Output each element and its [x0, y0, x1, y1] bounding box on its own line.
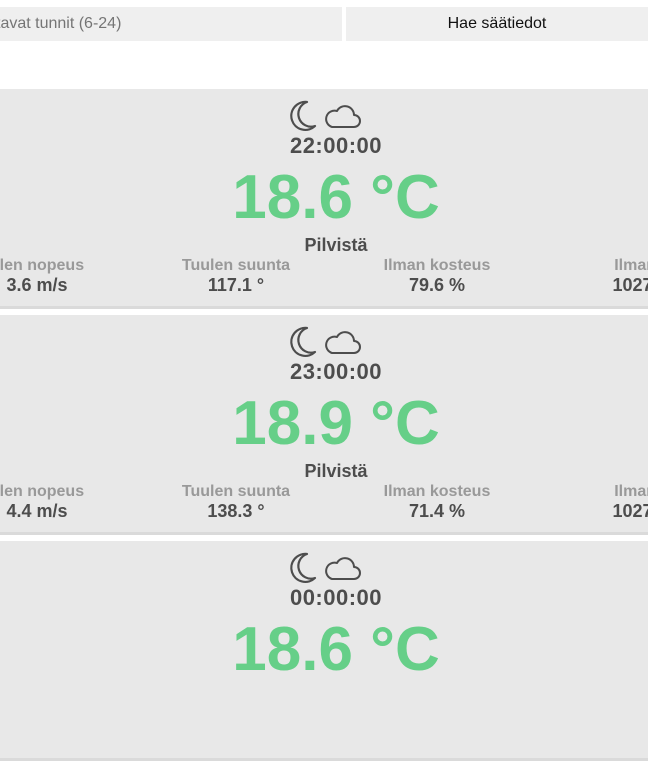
forecast-time: 22:00:00	[289, 133, 383, 158]
stat-label: Ilman kosteus	[383, 257, 491, 274]
pressure-stat: Ilmanp 1027.7	[560, 482, 648, 522]
forecast-card: 23:00:00 18.9 °C Pilvistä ulen nopeus 4.…	[0, 315, 648, 535]
wind-direction-stat: Tuulen suunta 117.1 °	[156, 256, 316, 296]
cloud-icon	[325, 105, 362, 128]
stat-label: Tuulen suunta	[181, 483, 291, 500]
fetch-weather-button[interactable]: Hae säätiedot	[346, 7, 648, 41]
stat-value: 1027.8	[612, 275, 648, 295]
stat-value: 3.6 m/s	[6, 275, 68, 295]
stat-label: Ilmanp	[614, 483, 648, 500]
stat-value: 138.3 °	[207, 501, 265, 521]
controls-bar: tavat tunnit (6-24) Hae säätiedot	[0, 7, 648, 41]
stat-label: ulen nopeus	[0, 483, 85, 500]
stat-value: 117.1 °	[207, 275, 265, 295]
moon-icon	[289, 100, 316, 131]
forecast-time: 23:00:00	[289, 359, 383, 384]
forecast-time: 00:00:00	[289, 585, 383, 610]
hours-range-select[interactable]: tavat tunnit (6-24)	[0, 7, 342, 41]
wind-speed-stat: ulen nopeus 4.4 m/s	[0, 482, 117, 522]
humidity-stat: Ilman kosteus 79.6 %	[357, 256, 517, 296]
wind-speed-stat: ulen nopeus 3.6 m/s	[0, 256, 117, 296]
pressure-stat: Ilmanp 1027.8	[560, 256, 648, 296]
moon-icon	[289, 552, 316, 583]
forecast-temperature: 18.6 °C	[232, 615, 440, 684]
stat-label: Ilman kosteus	[383, 483, 491, 500]
stat-value: 1027.7	[612, 501, 648, 521]
forecast-card: 22:00:00 18.6 °C Pilvistä ulen nopeus 3.…	[0, 89, 648, 309]
stat-label: ulen nopeus	[0, 257, 85, 274]
humidity-stat: Ilman kosteus 71.4 %	[357, 482, 517, 522]
moon-icon	[289, 326, 316, 357]
hours-range-label: tavat tunnit (6-24)	[0, 15, 122, 32]
weather-icons	[0, 551, 648, 585]
weather-icons	[0, 325, 648, 359]
forecast-list: 22:00:00 18.6 °C Pilvistä ulen nopeus 3.…	[0, 89, 648, 767]
stat-label: Ilmanp	[614, 257, 648, 274]
stat-value: 79.6 %	[408, 275, 466, 295]
cloud-icon	[325, 331, 362, 354]
forecast-card: 00:00:00 18.6 °C	[0, 541, 648, 761]
forecast-condition: Pilvistä	[304, 461, 368, 481]
forecast-condition: Pilvistä	[304, 235, 368, 255]
cloud-icon	[325, 557, 362, 580]
weather-icons	[0, 99, 648, 133]
forecast-temperature: 18.6 °C	[232, 163, 440, 232]
wind-direction-stat: Tuulen suunta 138.3 °	[156, 482, 316, 522]
stat-value: 71.4 %	[408, 501, 466, 521]
stat-label: Tuulen suunta	[181, 257, 291, 274]
stat-value: 4.4 m/s	[6, 501, 68, 521]
forecast-temperature: 18.9 °C	[232, 389, 440, 458]
